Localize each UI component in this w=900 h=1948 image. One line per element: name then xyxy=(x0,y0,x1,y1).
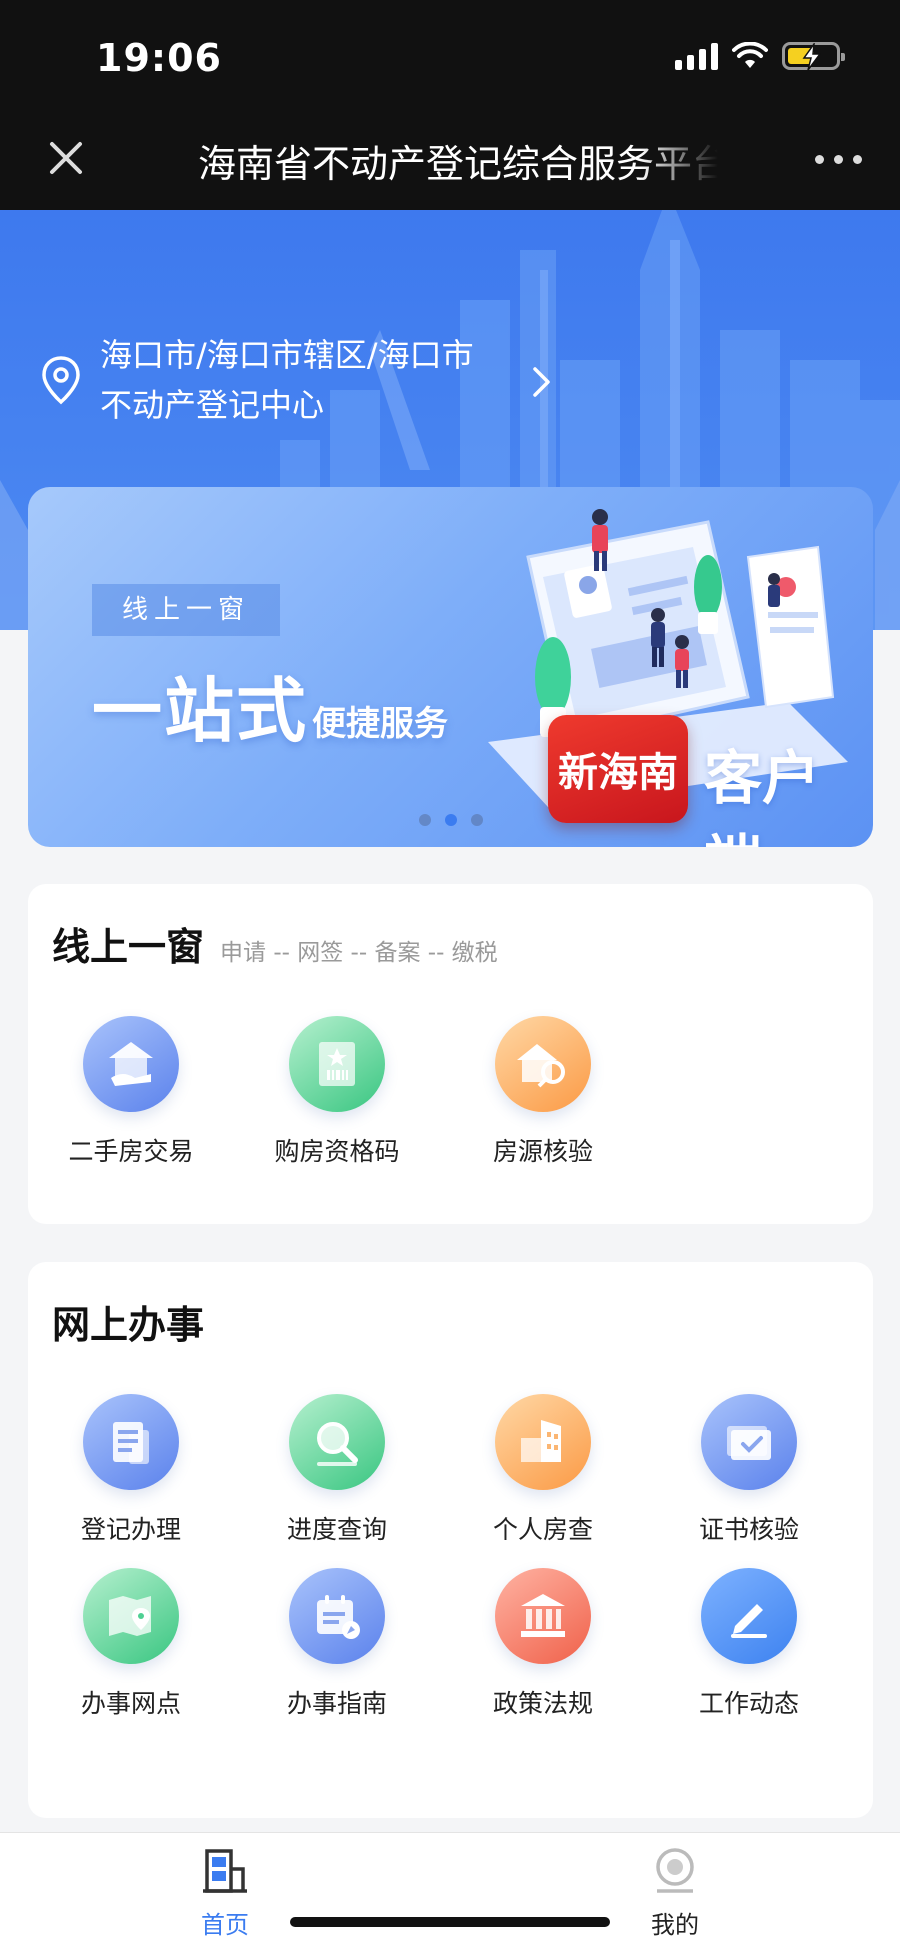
status-bar: 19:06 xyxy=(0,0,900,108)
building-icon xyxy=(495,1394,591,1490)
service-registration[interactable]: 登记办理 xyxy=(28,1394,234,1546)
location-text: 海口市/海口市辖区/海口市 不动产登记中心 xyxy=(100,330,520,430)
banner-headline: 一站式 便捷服务 xyxy=(92,655,448,756)
pencil-edit-icon xyxy=(701,1568,797,1664)
online-window-subtitle: 申请 -- 网签 -- 备案 -- 缴税 xyxy=(220,940,498,966)
tab-mine-label: 我的 xyxy=(651,1911,699,1939)
location-line-1: 海口市/海口市辖区/海口市 xyxy=(100,336,474,374)
banner-client-label: 客户端 xyxy=(704,744,821,847)
home-indicator xyxy=(290,1917,610,1927)
tab-mine[interactable]: 我的 xyxy=(615,1845,735,1940)
online-window-card: 线上一窗 申请 -- 网签 -- 备案 -- 缴税 二手房交易 购房资格码 房源… xyxy=(28,884,873,1224)
wifi-icon xyxy=(732,42,768,68)
courthouse-icon xyxy=(495,1568,591,1664)
more-options-icon[interactable] xyxy=(810,144,866,174)
banner-headline-small: 便捷服务 xyxy=(312,704,448,744)
service-outlets[interactable]: 办事网点 xyxy=(28,1568,234,1720)
online-services-grid-row-2: 办事网点 办事指南 政策法规 工作动态 xyxy=(28,1568,873,1720)
battery-icon xyxy=(782,42,845,71)
grid-label: 进度查询 xyxy=(286,1515,387,1544)
location-selector[interactable]: 海口市/海口市辖区/海口市 不动产登记中心 xyxy=(40,330,550,430)
tab-bar: 首页 我的 xyxy=(0,1832,900,1948)
house-key-icon xyxy=(495,1016,591,1112)
service-guide[interactable]: 办事指南 xyxy=(234,1568,440,1720)
banner-headline-big: 一站式 xyxy=(92,670,308,752)
app-page: 19:06 海南省不动产登记综合服务平台 海口市/海口市辖区/海口市 不动产登记… xyxy=(0,0,900,1948)
nav-bar: 海南省不动产登记综合服务平台 xyxy=(0,108,900,210)
grid-label: 办事指南 xyxy=(286,1689,387,1718)
grid-label: 政策法规 xyxy=(492,1689,593,1718)
service-progress-query[interactable]: 进度查询 xyxy=(234,1394,440,1546)
carousel-dot[interactable] xyxy=(418,814,431,826)
grid-label: 证书核验 xyxy=(698,1515,799,1544)
status-icons xyxy=(675,42,845,71)
grid-label: 个人房查 xyxy=(492,1515,593,1544)
service-policy[interactable]: 政策法规 xyxy=(440,1568,646,1720)
grid-label: 房源核验 xyxy=(492,1137,593,1166)
app-logo: 新海南 xyxy=(548,715,688,823)
service-personal-house-check[interactable]: 个人房查 xyxy=(440,1394,646,1546)
online-services-grid-row-1: 登记办理 进度查询 个人房查 证书核验 xyxy=(28,1394,873,1546)
banner-tag: 线上一窗 xyxy=(92,584,280,636)
online-window-title: 线上一窗 xyxy=(52,925,205,969)
banner-carousel[interactable]: 线上一窗 一站式 便捷服务 新海南 客户端 xyxy=(28,487,873,847)
carousel-dot[interactable] xyxy=(470,814,483,826)
signal-icon xyxy=(675,42,718,70)
profile-icon xyxy=(656,1848,694,1893)
service-qualification-code[interactable]: 购房资格码 xyxy=(234,1016,440,1168)
calendar-guide-icon xyxy=(289,1568,385,1664)
home-building-icon xyxy=(203,1849,247,1893)
location-line-2: 不动产登记中心 xyxy=(100,386,325,424)
carousel-dots[interactable] xyxy=(28,814,873,826)
tab-home[interactable]: 首页 xyxy=(165,1845,285,1940)
chevron-right-icon xyxy=(533,367,550,397)
online-services-title: 网上办事 xyxy=(52,1303,205,1347)
service-second-hand-house[interactable]: 二手房交易 xyxy=(28,1016,234,1168)
online-services-card: 网上办事 登记办理 进度查询 个人房查 证书核验 办事网点 办事指南 政策法规 … xyxy=(28,1262,873,1818)
location-pin-icon xyxy=(42,356,80,405)
qualification-code-icon xyxy=(289,1016,385,1112)
certificate-check-icon xyxy=(701,1394,797,1490)
grid-label: 工作动态 xyxy=(698,1689,799,1718)
grid-label: 登记办理 xyxy=(80,1515,181,1544)
nav-title: 海南省不动产登记综合服务平台 xyxy=(198,142,718,183)
tab-home-label: 首页 xyxy=(201,1911,249,1939)
service-certificate-verify[interactable]: 证书核验 xyxy=(646,1394,852,1546)
online-window-grid: 二手房交易 购房资格码 房源核验 xyxy=(28,1016,873,1168)
carousel-dot-active[interactable] xyxy=(444,814,457,826)
document-register-icon xyxy=(83,1394,179,1490)
close-icon[interactable] xyxy=(42,134,90,182)
house-hand-icon xyxy=(83,1016,179,1112)
magnifier-icon xyxy=(289,1394,385,1490)
online-window-header: 线上一窗 申请 -- 网签 -- 备案 -- 缴税 xyxy=(52,916,498,971)
service-house-verification[interactable]: 房源核验 xyxy=(440,1016,646,1168)
map-pin-icon xyxy=(83,1568,179,1664)
grid-label: 购房资格码 xyxy=(274,1137,400,1166)
grid-label: 二手房交易 xyxy=(68,1137,194,1166)
status-time: 19:06 xyxy=(96,36,222,80)
grid-label: 办事网点 xyxy=(80,1689,181,1718)
service-work-news[interactable]: 工作动态 xyxy=(646,1568,852,1720)
online-services-header: 网上办事 xyxy=(52,1294,204,1349)
